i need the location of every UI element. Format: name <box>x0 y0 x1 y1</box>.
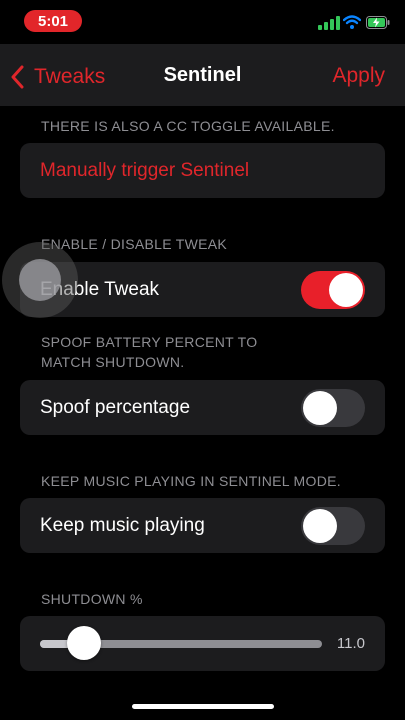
touch-indicator-dot <box>19 259 61 301</box>
cellular-signal-icon <box>318 16 340 30</box>
battery-charging-icon <box>366 16 390 29</box>
settings-list: THERE IS ALSO A CC TOGGLE AVAILABLE. Man… <box>0 106 405 720</box>
section-header-spoof: SPOOF BATTERY PERCENT TO MATCH SHUTDOWN. <box>41 332 257 372</box>
shutdown-slider-row: 11.0 <box>20 616 385 671</box>
spoof-percentage-row: Spoof percentage <box>20 380 385 435</box>
status-time: 5:01 <box>24 10 82 32</box>
section-header-spoof-line2: MATCH SHUTDOWN. <box>41 354 185 370</box>
section-header-spoof-line1: SPOOF BATTERY PERCENT TO <box>41 334 258 350</box>
slider-thumb[interactable] <box>66 626 101 660</box>
manual-trigger-button[interactable]: Manually trigger Sentinel <box>20 143 385 198</box>
toggle-knob <box>303 509 337 543</box>
status-bar: 5:01 <box>0 0 405 44</box>
shutdown-value: 11.0 <box>336 635 365 652</box>
section-header-enable: ENABLE / DISABLE TWEAK <box>41 236 228 252</box>
manual-trigger-label: Manually trigger Sentinel <box>40 160 250 181</box>
navigation-bar: Tweaks Sentinel Apply <box>0 44 405 106</box>
touch-indicator <box>2 242 78 318</box>
toggle-knob <box>329 273 363 307</box>
enable-tweak-toggle[interactable] <box>301 271 365 309</box>
toggle-knob <box>303 391 337 425</box>
spoof-percentage-toggle[interactable] <box>301 389 365 427</box>
keep-music-row: Keep music playing <box>20 498 385 553</box>
spoof-percentage-label: Spoof percentage <box>40 397 191 418</box>
section-header-music: KEEP MUSIC PLAYING IN SENTINEL MODE. <box>41 473 341 489</box>
section-header-shutdown: SHUTDOWN % <box>41 591 143 607</box>
keep-music-toggle[interactable] <box>301 507 365 545</box>
home-indicator <box>132 704 274 709</box>
keep-music-label: Keep music playing <box>40 515 205 536</box>
apply-button[interactable]: Apply <box>332 64 385 88</box>
wifi-icon <box>343 15 361 29</box>
section-header-cc: THERE IS ALSO A CC TOGGLE AVAILABLE. <box>41 118 335 134</box>
